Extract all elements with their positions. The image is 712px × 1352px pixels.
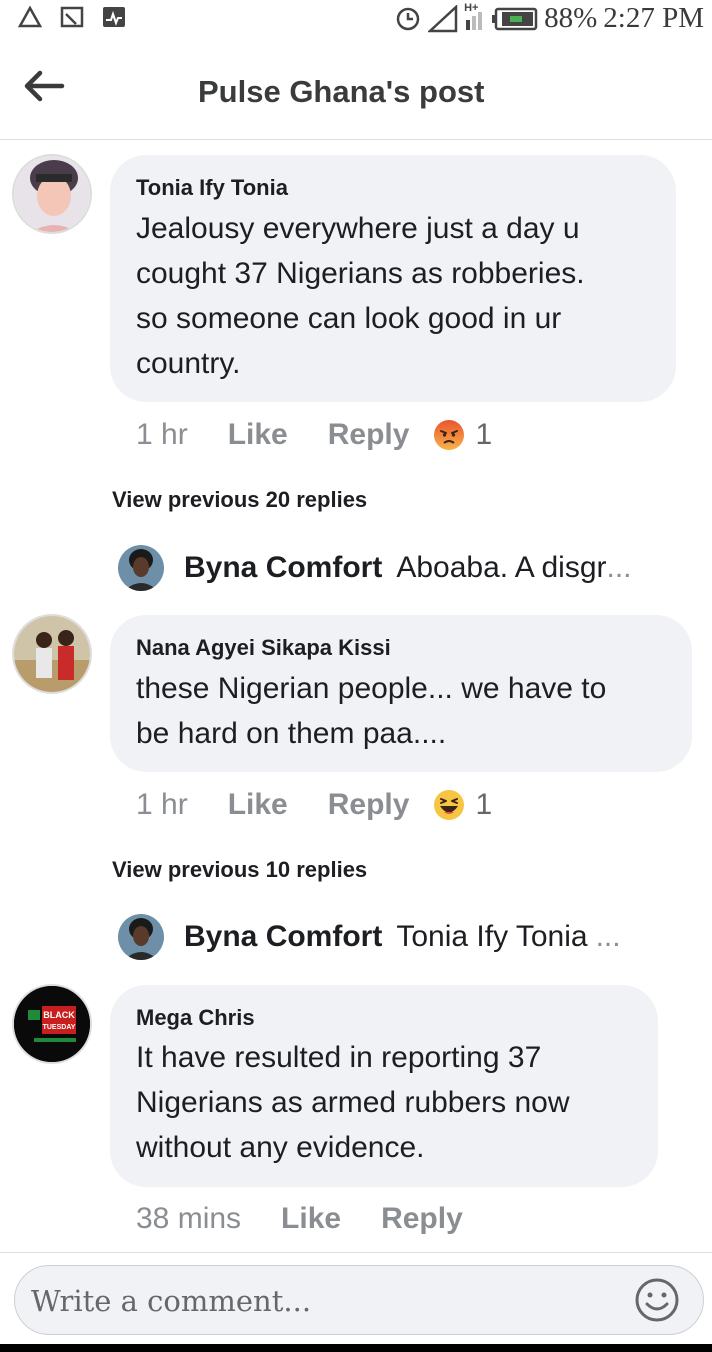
signal-icon [428,4,458,32]
avatar[interactable] [12,614,92,694]
battery-percent: 88% [544,2,598,34]
avatar-image [14,616,90,692]
like-button[interactable]: Like [281,1202,341,1236]
comment-input-box[interactable] [14,1265,704,1335]
network-indicator: H+ [464,2,486,34]
comment-time: 1 hr [136,788,188,821]
comment-meta: 38 mins Like Reply [136,1202,463,1236]
system-nav-bar [0,1344,712,1352]
reply-button[interactable]: Reply [381,1202,463,1236]
post-header: Pulse Ghana's post [0,44,712,140]
reaction-summary[interactable]: 1 [433,418,492,452]
battery-icon [492,7,538,30]
svg-text:BLACK: BLACK [43,1010,75,1020]
haha-reaction-icon [434,790,465,820]
reply-author[interactable]: Byna Comfort [184,551,382,585]
reply-button[interactable]: Reply [328,788,410,822]
reply-text: Aboaba. A disgr [396,551,607,584]
comment-composer [0,1252,712,1344]
reaction-count: 1 [475,788,493,821]
reaction-count: 1 [475,418,493,451]
cast-icon [60,6,84,28]
reaction-summary[interactable]: 1 [433,788,492,822]
avatar-image [118,914,164,960]
reply-text: Tonia Ify Tonia [396,920,588,953]
comment-author[interactable]: Mega Chris [136,1005,255,1031]
reply-preview[interactable]: Byna Comfort Aboaba. A disgr ... [118,544,632,592]
comment-text: these Nigerian people... we have to be h… [136,672,607,750]
avatar[interactable] [118,914,164,960]
activity-icon [103,7,125,27]
angry-reaction-icon [434,420,465,450]
comment-meta: 1 hr Like Reply 1 [136,788,492,822]
avatar-image [118,545,164,591]
status-bar: H+ 88% 2:27 PM [0,0,712,38]
avatar[interactable]: BLACK TUESDAY [12,984,92,1064]
page-title: Pulse Ghana's post [198,74,485,109]
reply-button[interactable]: Reply [328,418,410,452]
sync-icon [396,7,420,30]
comment-author[interactable]: Tonia Ify Tonia [136,175,288,201]
comment-input[interactable] [31,1276,631,1326]
comment-meta: 1 hr Like Reply 1 [136,418,492,452]
avatar-image: BLACK TUESDAY [14,986,90,1062]
view-previous-replies[interactable]: View previous 10 replies [112,857,367,883]
reply-preview[interactable]: Byna Comfort Tonia Ify Tonia ... [118,913,621,961]
svg-text:TUESDAY: TUESDAY [43,1024,76,1031]
back-arrow-icon[interactable] [22,66,66,106]
comment-text: It have resulted in reporting 37 Nigeria… [136,1041,570,1164]
comment-author[interactable]: Nana Agyei Sikapa Kissi [136,635,391,661]
clock: 2:27 PM [603,2,704,34]
avatar-image [14,156,90,232]
emoji-icon[interactable] [633,1276,681,1324]
comment-time: 38 mins [136,1202,242,1235]
reply-ellipsis: ... [595,920,621,953]
avatar[interactable] [118,545,164,591]
comment-text: Jealousy everywhere just a day u cought … [136,212,585,380]
like-button[interactable]: Like [228,418,288,452]
reply-author[interactable]: Byna Comfort [184,920,382,954]
avatar[interactable] [12,154,92,234]
reply-ellipsis: ... [606,551,632,584]
warning-icon [18,6,42,28]
view-previous-replies[interactable]: View previous 20 replies [112,487,367,513]
comment-time: 1 hr [136,418,188,451]
like-button[interactable]: Like [228,788,288,822]
